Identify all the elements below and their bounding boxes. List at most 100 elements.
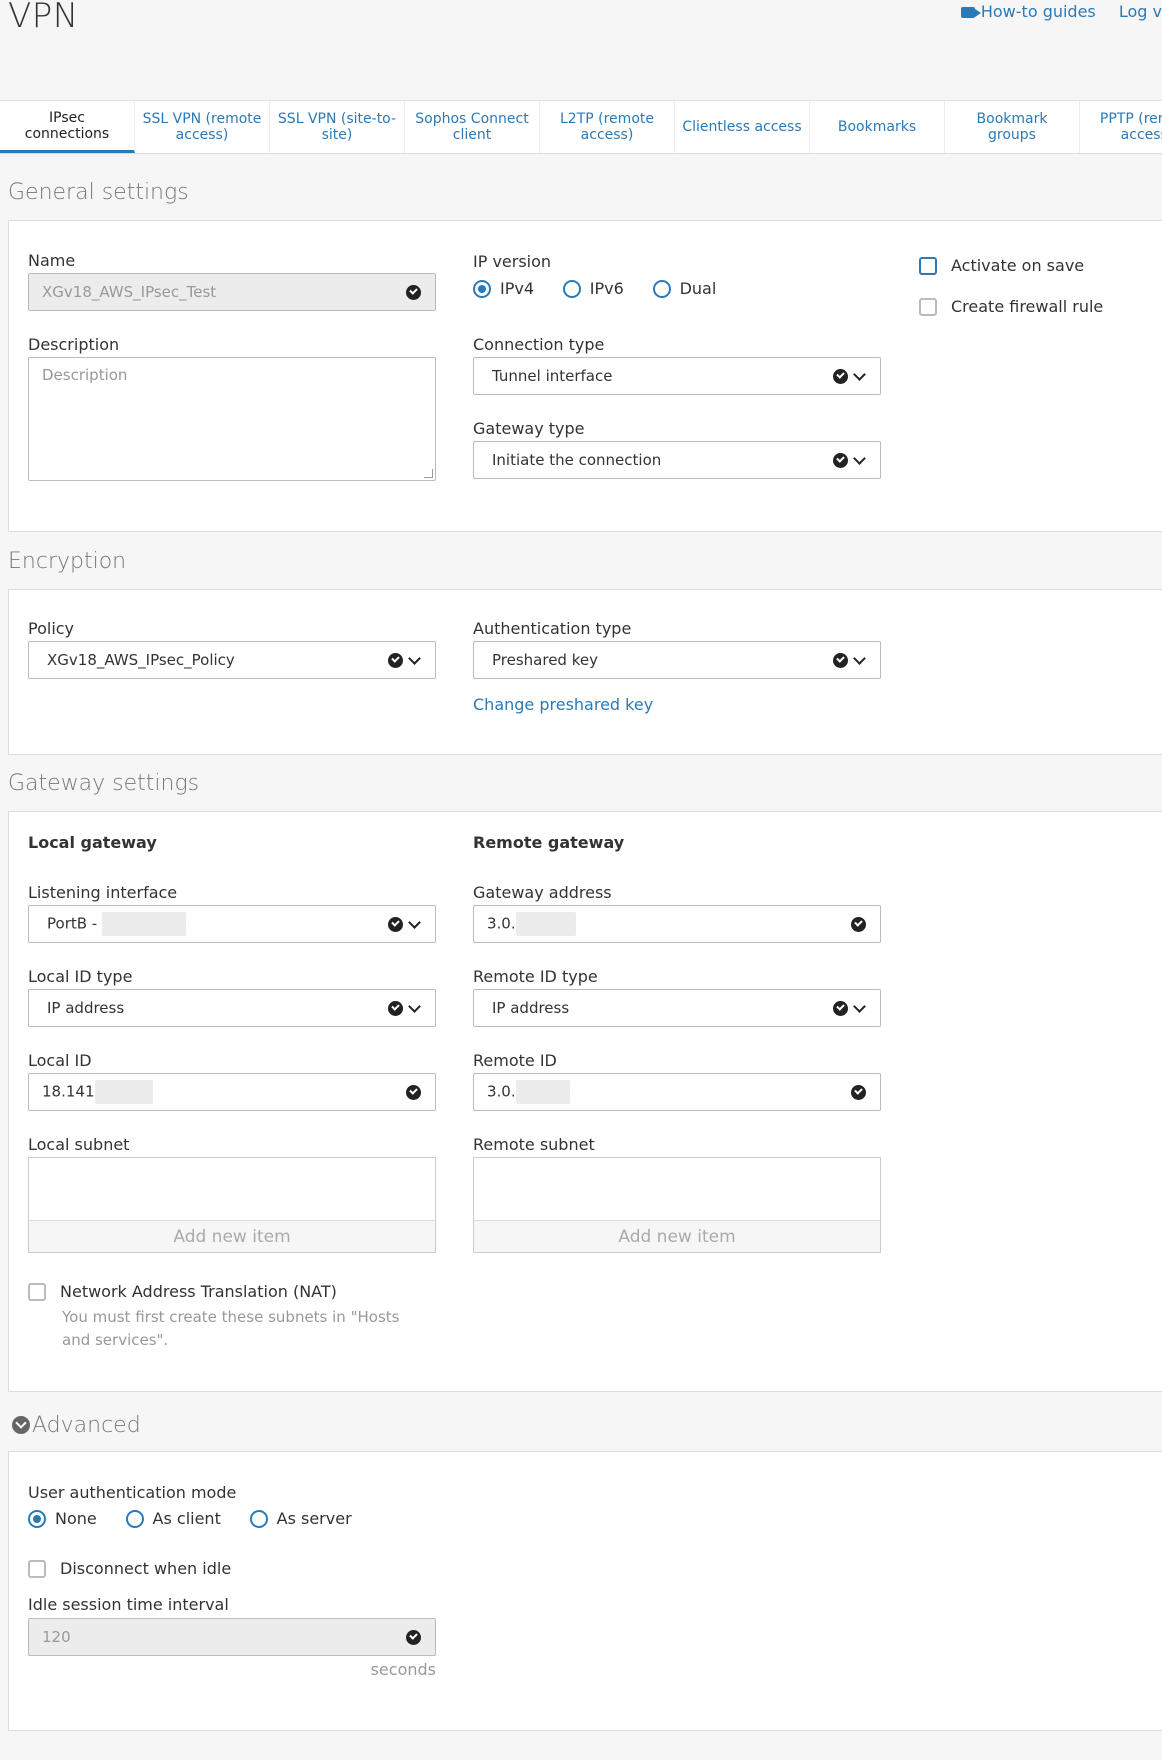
advanced-toggle[interactable]: Advanced [12,1412,141,1438]
chevron-down-icon [853,651,866,665]
idle-interval-label: Idle session time interval [28,1595,229,1614]
seconds-unit: seconds [370,1660,436,1679]
remote-subnet-label: Remote subnet [473,1135,595,1154]
general-settings-panel: Name XGv18_AWS_IPsec_Test Description De… [8,220,1162,532]
video-icon [960,7,981,18]
local-subnet-add-item[interactable]: Add new item [29,1220,435,1252]
tab-ssl-vpn-site[interactable]: SSL VPN (site-to-site) [270,101,405,153]
tab-l2tp[interactable]: L2TP (remote access) [540,101,675,153]
name-field[interactable]: XGv18_AWS_IPsec_Test [28,273,436,311]
remote-id-type-label: Remote ID type [473,967,598,986]
auth-type-value: Preshared key [492,651,598,669]
chevron-circle-down-icon [12,1416,30,1434]
check-icon [851,916,866,932]
advanced-title: Advanced [32,1412,141,1438]
policy-select[interactable]: XGv18_AWS_IPsec_Policy [28,641,436,679]
radio-none-label: None [55,1509,97,1528]
tab-bookmarks[interactable]: Bookmarks [810,101,945,153]
remote-id-value: 3.0. [487,1082,516,1101]
disconnect-idle-checkbox[interactable] [28,1559,46,1578]
gateway-address-value: 3.0. [487,914,516,933]
auth-type-label: Authentication type [473,619,632,638]
resize-handle-icon[interactable] [424,469,433,478]
name-label: Name [28,251,76,270]
radio-as-client[interactable] [125,1509,144,1528]
check-icon [833,368,848,384]
check-icon [833,452,848,468]
advanced-panel: User authentication mode None As client … [8,1451,1162,1731]
radio-ipv6[interactable] [562,279,581,298]
general-settings-title: General settings [8,180,189,205]
local-id-type-select[interactable]: IP address [28,989,436,1027]
tab-sophos-connect[interactable]: Sophos Connect client [405,101,540,153]
listening-interface-select[interactable]: PortB - [28,905,436,943]
remote-id-type-value: IP address [492,999,570,1017]
change-preshared-key-link[interactable]: Change preshared key [473,695,653,714]
disconnect-idle-label: Disconnect when idle [60,1559,232,1578]
radio-as-server[interactable] [249,1509,268,1528]
howto-link[interactable]: How-to guides [960,2,1096,21]
activate-on-save-checkbox[interactable] [919,256,937,275]
local-id-type-label: Local ID type [28,967,133,986]
radio-as-server-label: As server [276,1509,352,1528]
gateway-type-value: Initiate the connection [492,451,662,469]
auth-type-select[interactable]: Preshared key [473,641,881,679]
tab-clientless-access[interactable]: Clientless access [675,101,810,153]
connection-type-value: Tunnel interface [492,367,613,385]
create-firewall-rule-checkbox[interactable] [919,297,937,316]
tab-ssl-vpn-remote[interactable]: SSL VPN (remote access) [135,101,270,153]
nat-hint-line-1: You must first create these subnets in "… [62,1308,400,1326]
remote-id-type-select[interactable]: IP address [473,989,881,1027]
remote-gateway-heading: Remote gateway [473,833,625,852]
nat-label: Network Address Translation (NAT) [60,1282,337,1301]
redacted-area [102,912,186,936]
chevron-down-icon [853,999,866,1013]
gateway-address-label: Gateway address [473,883,612,902]
radio-dual-label: Dual [679,279,717,298]
check-icon [388,916,403,932]
remote-subnet-add-item[interactable]: Add new item [474,1220,880,1252]
activate-on-save-label: Activate on save [951,256,1085,275]
radio-dual[interactable] [652,279,671,298]
redacted-area [515,1080,570,1104]
disconnect-idle-row: Disconnect when idle [28,1559,231,1578]
local-id-input[interactable]: 18.141 [28,1073,436,1111]
radio-none[interactable] [28,1509,46,1528]
policy-value: XGv18_AWS_IPsec_Policy [47,651,235,669]
check-icon [406,284,421,300]
tab-bar: IPsec connections SSL VPN (remote access… [0,100,1162,154]
check-icon [833,1000,848,1016]
connection-type-select[interactable]: Tunnel interface [473,357,881,395]
local-id-value: 18.141 [42,1082,95,1101]
tab-bookmark-groups[interactable]: Bookmark groups [945,101,1080,153]
gateway-address-input[interactable]: 3.0. [473,905,881,943]
chevron-down-icon [408,915,421,929]
redacted-area [515,912,576,936]
create-firewall-rule-label: Create firewall rule [951,297,1104,316]
gateway-settings-title: Gateway settings [8,771,200,796]
radio-ipv4[interactable] [473,279,491,298]
tab-ipsec-connections[interactable]: IPsec connections [0,101,135,153]
check-icon [406,1629,421,1645]
listening-interface-value: PortB - [47,914,98,933]
encryption-title: Encryption [8,549,127,574]
tab-pptp[interactable]: PPTP (remote access) [1080,101,1162,153]
local-gateway-heading: Local gateway [28,833,157,852]
nat-hint: You must first create these subnets in "… [62,1306,399,1352]
radio-ipv6-label: IPv6 [589,279,624,298]
local-subnet-list[interactable]: Add new item [28,1157,436,1253]
gateway-type-label: Gateway type [473,419,585,438]
idle-interval-input[interactable]: 120 [28,1618,436,1656]
description-textarea[interactable]: Description [28,357,436,481]
nat-hint-line-2: and services". [62,1331,169,1349]
log-link[interactable]: Log v [1119,2,1162,21]
remote-id-input[interactable]: 3.0. [473,1073,881,1111]
remote-subnet-list[interactable]: Add new item [473,1157,881,1253]
gateway-type-select[interactable]: Initiate the connection [473,441,881,479]
page-title: VPN [8,0,79,36]
nat-row: Network Address Translation (NAT) [28,1282,337,1301]
local-id-label: Local ID [28,1051,92,1070]
nat-checkbox[interactable] [28,1282,46,1301]
top-links: How-to guides Log v [943,2,1162,21]
idle-interval-value: 120 [42,1628,71,1646]
